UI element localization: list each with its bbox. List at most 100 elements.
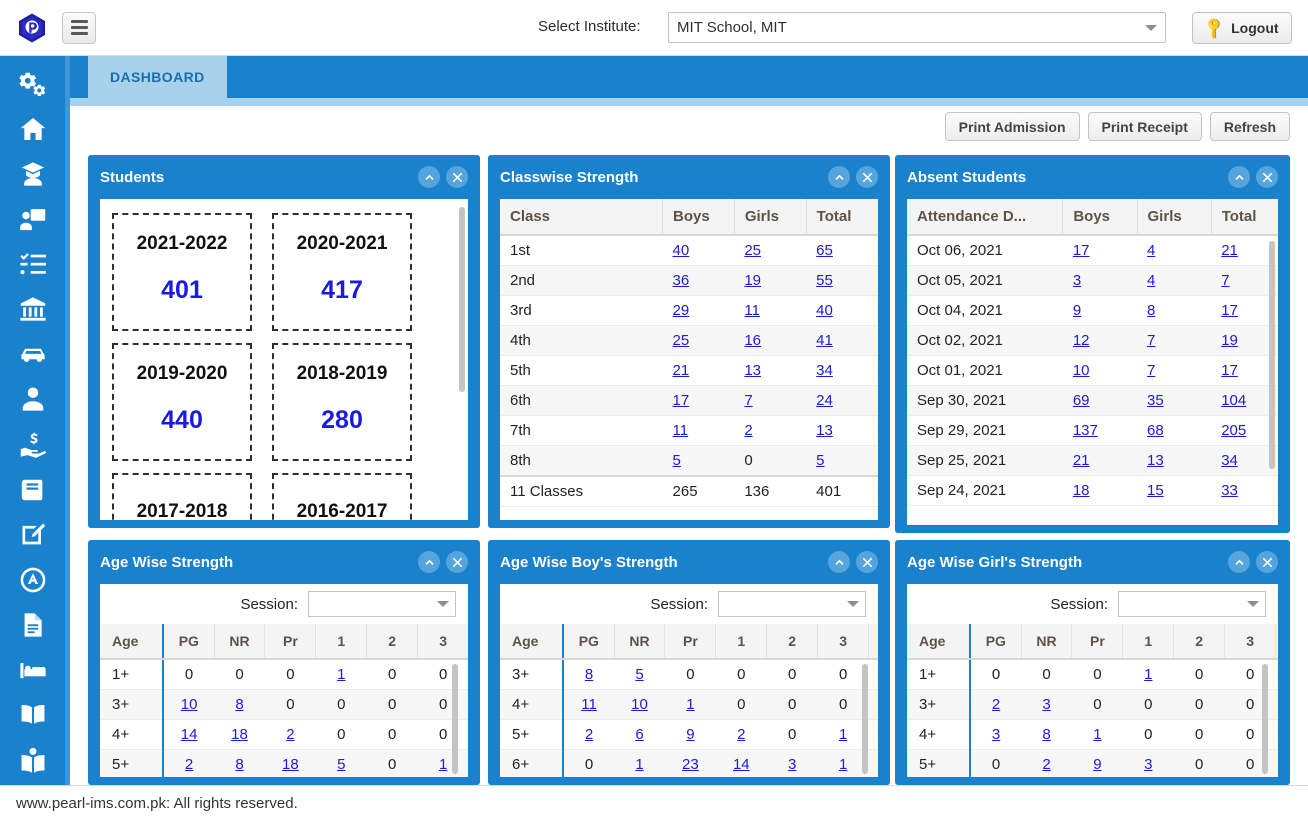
col-2[interactable]: 2: [767, 624, 818, 659]
link-value[interactable]: 5: [635, 666, 643, 683]
link-total[interactable]: 13: [816, 422, 833, 439]
link-value[interactable]: 1: [686, 696, 694, 713]
link-boys[interactable]: 25: [673, 332, 690, 349]
link-boys[interactable]: 17: [673, 392, 690, 409]
close-x-icon[interactable]: [1256, 166, 1278, 188]
link-value[interactable]: 1: [1093, 726, 1101, 743]
link-girls[interactable]: 7: [1147, 362, 1155, 379]
col-2[interactable]: 2: [1174, 624, 1225, 659]
link-total[interactable]: 55: [816, 272, 833, 289]
col-3[interactable]: 3: [418, 624, 468, 659]
sidebar-item-institute[interactable]: [0, 289, 65, 334]
session-select[interactable]: [718, 591, 866, 617]
link-value[interactable]: 10: [181, 696, 198, 713]
link-girls[interactable]: 68: [1147, 422, 1164, 439]
link-total[interactable]: 205: [1221, 422, 1246, 439]
link-total[interactable]: 41: [816, 332, 833, 349]
institute-select[interactable]: MIT School, MIT: [668, 12, 1166, 43]
sidebar-item-books[interactable]: [0, 470, 65, 515]
link-value[interactable]: 3: [1144, 756, 1152, 773]
link-value[interactable]: 1: [439, 756, 447, 773]
student-year-card[interactable]: 2020-2021 417: [272, 213, 412, 331]
link-total[interactable]: 34: [816, 362, 833, 379]
col-1[interactable]: 1: [316, 624, 367, 659]
link-boys[interactable]: 21: [1073, 452, 1090, 469]
col-total[interactable]: Total: [806, 199, 878, 235]
link-value[interactable]: 14: [181, 726, 198, 743]
col-age[interactable]: Age: [100, 624, 163, 659]
students-scrollbar[interactable]: [459, 207, 465, 392]
print-receipt-button[interactable]: Print Receipt: [1088, 112, 1202, 141]
logout-button[interactable]: 🔑 Logout: [1192, 12, 1292, 44]
sidebar-item-fees[interactable]: [0, 425, 65, 470]
link-girls[interactable]: 2: [744, 422, 752, 439]
sidebar-item-home[interactable]: [0, 109, 65, 154]
link-value[interactable]: 3: [788, 756, 796, 773]
tab-dashboard[interactable]: DASHBOARD: [88, 56, 227, 98]
link-total[interactable]: 7: [1221, 272, 1229, 289]
col-2[interactable]: 2: [367, 624, 418, 659]
link-boys[interactable]: 137: [1073, 422, 1098, 439]
link-value[interactable]: 8: [1042, 726, 1050, 743]
link-boys[interactable]: 5: [673, 452, 681, 469]
close-x-icon[interactable]: [856, 551, 878, 573]
student-year-card[interactable]: 2016-2017: [272, 473, 412, 520]
link-girls[interactable]: 8: [1147, 302, 1155, 319]
link-value[interactable]: 2: [992, 696, 1000, 713]
sidebar-item-learning[interactable]: [0, 740, 65, 785]
col-4[interactable]: 4: [1276, 624, 1278, 659]
link-value[interactable]: 1: [337, 666, 345, 683]
link-girls[interactable]: 35: [1147, 392, 1164, 409]
col-class[interactable]: Class: [500, 199, 663, 235]
link-total[interactable]: 65: [816, 242, 833, 259]
link-value[interactable]: 1: [635, 756, 643, 773]
link-value[interactable]: 5: [337, 756, 345, 773]
link-total[interactable]: 17: [1221, 302, 1238, 319]
link-boys[interactable]: 40: [673, 242, 690, 259]
col-1[interactable]: 1: [1123, 624, 1174, 659]
session-select[interactable]: [1118, 591, 1266, 617]
col-1[interactable]: 1: [716, 624, 767, 659]
link-value[interactable]: 2: [737, 726, 745, 743]
link-value[interactable]: 10: [631, 696, 648, 713]
print-admission-button[interactable]: Print Admission: [945, 112, 1080, 141]
link-girls[interactable]: 13: [1147, 452, 1164, 469]
chevron-up-icon[interactable]: [828, 166, 850, 188]
link-girls[interactable]: 15: [1147, 482, 1164, 499]
link-value[interactable]: 2: [185, 756, 193, 773]
col-boys[interactable]: Boys: [1063, 199, 1137, 235]
col-age[interactable]: Age: [500, 624, 563, 659]
col-nr[interactable]: NR: [614, 624, 665, 659]
link-boys[interactable]: 3: [1073, 272, 1081, 289]
link-boys[interactable]: 36: [673, 272, 690, 289]
chevron-up-icon[interactable]: [828, 551, 850, 573]
link-total[interactable]: 40: [816, 302, 833, 319]
sidebar-item-tasks[interactable]: [0, 244, 65, 289]
link-value[interactable]: 8: [585, 666, 593, 683]
agewise-boys-scrollbar[interactable]: [862, 664, 868, 774]
sidebar-item-settings[interactable]: [0, 64, 65, 109]
sidebar-item-reports[interactable]: [0, 605, 65, 650]
link-value[interactable]: 8: [235, 696, 243, 713]
link-boys[interactable]: 11: [673, 422, 689, 439]
col-total[interactable]: Total: [1211, 199, 1278, 235]
col-boys[interactable]: Boys: [663, 199, 735, 235]
sidebar-item-staff[interactable]: [0, 199, 65, 244]
close-x-icon[interactable]: [446, 166, 468, 188]
chevron-up-icon[interactable]: [418, 166, 440, 188]
col-pg[interactable]: PG: [163, 624, 214, 659]
link-total[interactable]: 24: [816, 392, 833, 409]
link-boys[interactable]: 18: [1073, 482, 1090, 499]
link-girls[interactable]: 7: [1147, 332, 1155, 349]
link-total[interactable]: 19: [1221, 332, 1238, 349]
link-boys[interactable]: 17: [1073, 242, 1090, 259]
col-pg[interactable]: PG: [970, 624, 1021, 659]
link-value[interactable]: 18: [282, 756, 299, 773]
link-value[interactable]: 1: [839, 756, 847, 773]
agewise-scrollbar[interactable]: [452, 664, 458, 774]
link-girls[interactable]: 4: [1147, 242, 1155, 259]
link-value[interactable]: 2: [286, 726, 294, 743]
col-nr[interactable]: NR: [214, 624, 265, 659]
link-girls[interactable]: 4: [1147, 272, 1155, 289]
link-girls[interactable]: 25: [744, 242, 761, 259]
